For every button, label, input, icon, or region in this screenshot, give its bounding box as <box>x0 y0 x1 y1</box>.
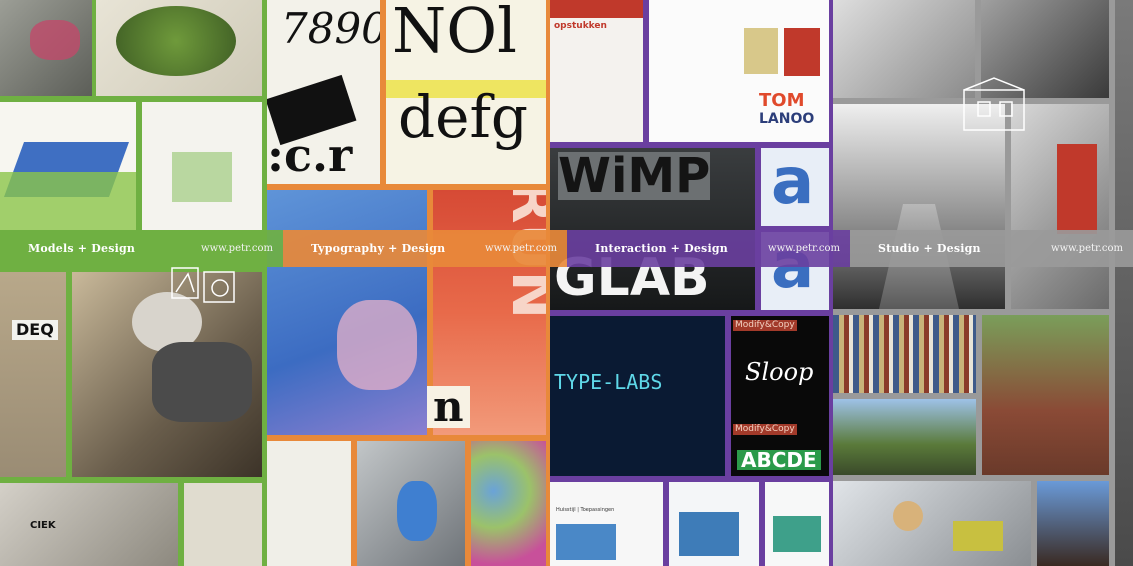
modify2-text: Modify&Copy <box>733 424 797 435</box>
opstukken-text: opstukken <box>554 21 607 31</box>
sign-n-glyph: n <box>427 386 470 428</box>
photo-gable-house <box>1037 481 1109 566</box>
typography-band[interactable]: Typography + Design www.petr.com <box>283 230 567 267</box>
interaction-url[interactable]: www.petr.com <box>768 243 840 254</box>
huisstijl-text: Huisstijl | Toepassingen <box>556 507 615 513</box>
wimp-text: WiMP <box>558 148 711 204</box>
typography-label: Typography + Design <box>311 242 446 255</box>
photo-model-sketch-1 <box>0 102 136 230</box>
photo-modify-copy: Modify&Copy Sloop Modify&Copy ABCDE <box>731 316 829 476</box>
abcde-text: ABCDE <box>737 450 821 470</box>
photo-pattern <box>471 441 546 566</box>
digits-text: 7890 <box>281 4 380 53</box>
typelabs-text: TYPE-LABS <box>554 370 663 394</box>
photo-garden-model <box>0 0 92 96</box>
photo-website-huisstijl: Huisstijl | Toepassingen <box>550 482 663 566</box>
models-url[interactable]: www.petr.com <box>201 243 273 254</box>
photo-studio-desk <box>833 0 975 98</box>
models-sketch-icon <box>171 267 235 303</box>
photo-model-sketch-2 <box>142 102 262 230</box>
lanoo-text: LANOO <box>759 111 815 127</box>
studio-label: Studio + Design <box>878 242 981 255</box>
photo-bookshelf <box>833 315 976 393</box>
photo-website-blue <box>669 482 759 566</box>
photo-green-sculpture <box>96 0 262 96</box>
studio-band[interactable]: Studio + Design www.petr.com <box>850 230 1133 267</box>
photo-digits: 7890 :c.r <box>267 0 380 184</box>
collage: DEQ CIEK 7890 :c.r NOl defg RUN <box>0 0 1133 566</box>
studio-url[interactable]: www.petr.com <box>1051 243 1123 254</box>
photo-courtyard <box>833 399 976 475</box>
photo-studio-woman <box>833 481 1031 566</box>
typography-url[interactable]: www.petr.com <box>485 243 557 254</box>
typography-panel: 7890 :c.r NOl defg RUN n <box>267 0 550 566</box>
cr-glyph: :c.r <box>267 128 353 182</box>
studio-sketch-icon <box>963 77 1025 131</box>
photo-scissors <box>184 483 262 566</box>
photo-wimp-glab: WiMP GLAB <box>550 148 755 310</box>
deq-text: DEQ <box>12 320 58 340</box>
photo-deq-model: DEQ <box>0 272 66 477</box>
photo-edge-strip <box>1115 0 1133 566</box>
defg-text: defg <box>398 83 529 151</box>
ciek-text: CIEK <box>30 520 56 531</box>
tom-text: TOM <box>759 90 805 111</box>
interaction-band[interactable]: Interaction + Design www.petr.com <box>567 230 850 267</box>
photo-letter-sketch <box>267 441 351 566</box>
interaction-panel: opstukken TOM LANOO WiMP GLAB a a TYPE-L… <box>550 0 833 566</box>
photo-workshop-table: CIEK <box>0 483 178 566</box>
photo-paper-roll <box>357 441 465 566</box>
sloop-text: Sloop <box>745 358 814 386</box>
photo-blue-a-1: a <box>761 148 829 226</box>
photo-blue-fabric <box>267 190 427 435</box>
photo-brick-house <box>982 315 1109 475</box>
a-glyph-1: a <box>771 148 815 219</box>
photo-website-opstukken: opstukken <box>550 0 643 142</box>
modify1-text: Modify&Copy <box>733 320 797 331</box>
models-label: Models + Design <box>28 242 136 255</box>
nol-text: NOl <box>392 0 517 67</box>
photo-nol-defg: NOl defg <box>386 0 546 184</box>
photo-website-books: TOM LANOO <box>649 0 829 142</box>
photo-website-teal <box>765 482 829 566</box>
photo-type-labs: TYPE-LABS <box>550 316 725 476</box>
interaction-label: Interaction + Design <box>595 242 728 255</box>
